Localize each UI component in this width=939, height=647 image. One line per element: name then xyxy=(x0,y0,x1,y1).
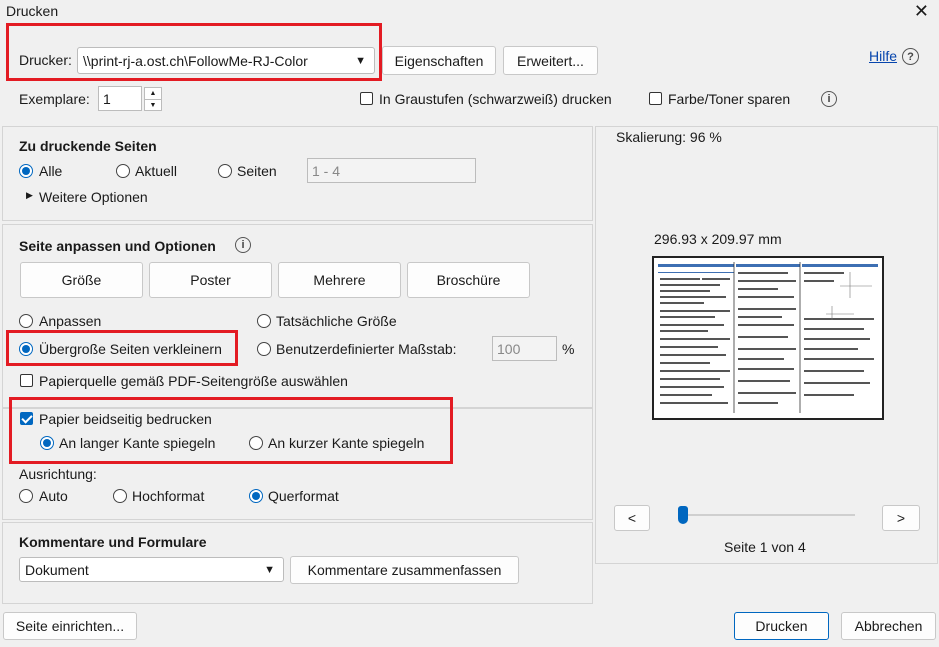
custom-scale-value: 100 xyxy=(497,340,521,357)
custom-scale-radio[interactable] xyxy=(257,342,271,356)
page-setup-button[interactable]: Seite einrichten... xyxy=(3,612,137,640)
paper-source-label: Papierquelle gemäß PDF-Seitengröße auswä… xyxy=(39,373,348,389)
custom-scale-input[interactable]: 100 xyxy=(492,336,557,361)
info-icon[interactable]: i xyxy=(821,91,837,107)
comments-select[interactable]: Dokument ▼ xyxy=(19,557,284,582)
orientation-portrait-radio[interactable] xyxy=(113,489,127,503)
prev-page-button[interactable]: < xyxy=(614,505,650,531)
printer-highlight xyxy=(6,23,382,81)
properties-button[interactable]: Eigenschaften xyxy=(382,46,496,75)
orientation-auto-label: Auto xyxy=(39,488,68,504)
next-page-button[interactable]: > xyxy=(882,505,920,531)
fit-radio[interactable] xyxy=(19,314,33,328)
tab-size[interactable]: Größe xyxy=(20,262,143,298)
preview-thumbnail xyxy=(654,258,882,418)
page-status: Seite 1 von 4 xyxy=(724,539,806,555)
shrink-highlight xyxy=(6,330,238,366)
comments-heading: Kommentare und Formulare xyxy=(19,534,207,550)
copies-input[interactable]: 1 xyxy=(98,86,142,111)
actual-size-radio[interactable] xyxy=(257,314,271,328)
percent-label: % xyxy=(562,341,575,357)
close-icon[interactable]: ✕ xyxy=(914,1,929,22)
pages-all-label: Alle xyxy=(39,163,63,179)
pages-range-label: Seiten xyxy=(237,163,277,179)
orientation-landscape-label: Querformat xyxy=(268,488,339,504)
fit-info-icon[interactable]: i xyxy=(235,237,251,253)
orientation-portrait-label: Hochformat xyxy=(132,488,205,504)
copies-label: Exemplare: xyxy=(19,91,90,107)
page-slider-track[interactable] xyxy=(683,514,855,516)
duplex-highlight xyxy=(9,397,453,464)
orientation-landscape-radio[interactable] xyxy=(249,489,263,503)
cancel-button[interactable]: Abbrechen xyxy=(841,612,936,640)
copies-stepper[interactable]: ▲ ▼ xyxy=(144,87,162,111)
tab-booklet[interactable]: Broschüre xyxy=(407,262,530,298)
tab-poster[interactable]: Poster xyxy=(149,262,272,298)
copies-value: 1 xyxy=(103,90,111,107)
help-link[interactable]: Hilfe xyxy=(869,48,897,64)
scaling-label: Skalierung: 96 % xyxy=(616,129,722,145)
pages-range-input[interactable]: 1 - 4 xyxy=(307,158,476,183)
paper-source-checkbox[interactable] xyxy=(20,374,33,387)
more-options-toggle[interactable]: Weitere Optionen xyxy=(39,189,148,205)
pages-heading: Zu druckende Seiten xyxy=(19,138,157,154)
advanced-button[interactable]: Erweitert... xyxy=(503,46,598,75)
pages-all-radio[interactable] xyxy=(19,164,33,178)
actual-size-label: Tatsächliche Größe xyxy=(276,313,397,329)
window-title: Drucken xyxy=(6,3,59,19)
print-button[interactable]: Drucken xyxy=(734,612,829,640)
stepper-down-icon[interactable]: ▼ xyxy=(145,100,161,111)
orientation-auto-radio[interactable] xyxy=(19,489,33,503)
summarize-comments-button[interactable]: Kommentare zusammenfassen xyxy=(290,556,519,584)
page-preview xyxy=(652,256,884,420)
pages-current-label: Aktuell xyxy=(135,163,178,179)
dimensions-label: 296.93 x 209.97 mm xyxy=(654,231,782,247)
chevron-down-icon: ▼ xyxy=(264,563,275,576)
fit-heading: Seite anpassen und Optionen xyxy=(19,238,216,254)
save-ink-label: Farbe/Toner sparen xyxy=(668,91,791,107)
help-icon[interactable]: ? xyxy=(902,48,919,65)
orientation-label: Ausrichtung: xyxy=(19,466,97,482)
tab-multiple[interactable]: Mehrere xyxy=(278,262,401,298)
stepper-up-icon[interactable]: ▲ xyxy=(145,88,161,100)
pages-current-radio[interactable] xyxy=(116,164,130,178)
grayscale-checkbox[interactable] xyxy=(360,92,373,105)
fit-label: Anpassen xyxy=(39,313,102,329)
expand-triangle-icon[interactable]: ▶ xyxy=(26,190,33,201)
pages-range-placeholder: 1 - 4 xyxy=(312,162,341,179)
grayscale-label: In Graustufen (schwarzweiß) drucken xyxy=(379,91,612,107)
save-ink-checkbox[interactable] xyxy=(649,92,662,105)
comments-select-value: Dokument xyxy=(25,561,89,578)
custom-scale-label: Benutzerdefinierter Maßstab: xyxy=(276,341,457,357)
page-slider-thumb[interactable] xyxy=(678,506,688,524)
pages-range-radio[interactable] xyxy=(218,164,232,178)
